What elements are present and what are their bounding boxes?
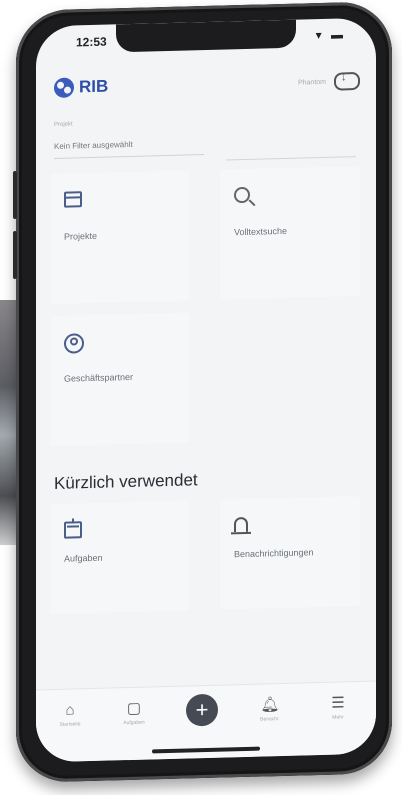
tab-label: Aufgaben bbox=[123, 719, 145, 727]
archive-box-icon bbox=[64, 191, 82, 208]
home-icon: ⌂ bbox=[65, 701, 75, 719]
tile-label: Benachrichtigungen bbox=[234, 547, 314, 560]
sync-area[interactable]: Phantom bbox=[297, 71, 360, 92]
tab-label: Mehr bbox=[332, 714, 344, 721]
bell-icon bbox=[234, 516, 248, 533]
bottom-tab-bar: ⌂ Startseite ▢ Aufgaben + 🔔︎ Benachr. ☰ … bbox=[36, 680, 376, 763]
status-icons: ▾ ▬ bbox=[315, 27, 346, 43]
notch bbox=[116, 19, 296, 53]
calendar-icon: ▢ bbox=[126, 699, 142, 718]
tile-label: Geschäftspartner bbox=[64, 371, 134, 384]
tile-label: Volltextsuche bbox=[234, 225, 288, 238]
cloud-download-icon[interactable] bbox=[334, 71, 360, 91]
volume-down-button bbox=[13, 230, 17, 280]
rib-logo-icon bbox=[54, 77, 74, 98]
divider bbox=[226, 156, 356, 161]
volume-up-button bbox=[13, 170, 17, 220]
tile-tasks[interactable]: Aufgaben bbox=[50, 500, 190, 615]
project-filter-field[interactable]: Kein Filter ausgewählt bbox=[54, 132, 204, 159]
tile-notifications[interactable]: Benachrichtigungen bbox=[220, 495, 360, 610]
tab-notifications[interactable]: 🔔︎ Benachr. bbox=[244, 696, 296, 723]
tab-more[interactable]: ☰ Mehr bbox=[312, 694, 364, 721]
status-time: 12:53 bbox=[76, 34, 107, 50]
app-screen: 12:53 ▾ ▬ RIB Phantom Projekt Kein Filte… bbox=[36, 17, 376, 763]
sync-label: Phantom bbox=[297, 78, 326, 87]
tab-home[interactable]: ⌂ Startseite bbox=[44, 701, 96, 728]
tile-label: Projekte bbox=[64, 230, 98, 242]
home-indicator bbox=[152, 746, 260, 754]
tile-business-partners[interactable]: Geschäftspartner bbox=[50, 312, 190, 447]
add-button[interactable]: + bbox=[186, 693, 218, 727]
search-icon bbox=[234, 186, 250, 204]
calendar-icon bbox=[64, 521, 82, 539]
logo-text: RIB bbox=[79, 76, 109, 97]
app-logo: RIB bbox=[54, 77, 108, 98]
filter-caption: Projekt bbox=[54, 121, 73, 128]
tab-label: Startseite bbox=[59, 721, 81, 728]
user-circle-icon bbox=[64, 333, 84, 354]
bell-icon: 🔔︎ bbox=[260, 696, 280, 714]
menu-icon: ☰ bbox=[331, 694, 345, 712]
tab-label: Benachr. bbox=[260, 716, 280, 723]
tile-fulltext-search[interactable]: Volltextsuche bbox=[220, 165, 360, 300]
tile-label: Aufgaben bbox=[64, 552, 103, 564]
tab-tasks[interactable]: ▢ Aufgaben bbox=[108, 699, 160, 726]
tile-projects[interactable]: Projekte bbox=[50, 170, 190, 305]
recent-section-title: Kürzlich verwendet bbox=[54, 470, 198, 493]
